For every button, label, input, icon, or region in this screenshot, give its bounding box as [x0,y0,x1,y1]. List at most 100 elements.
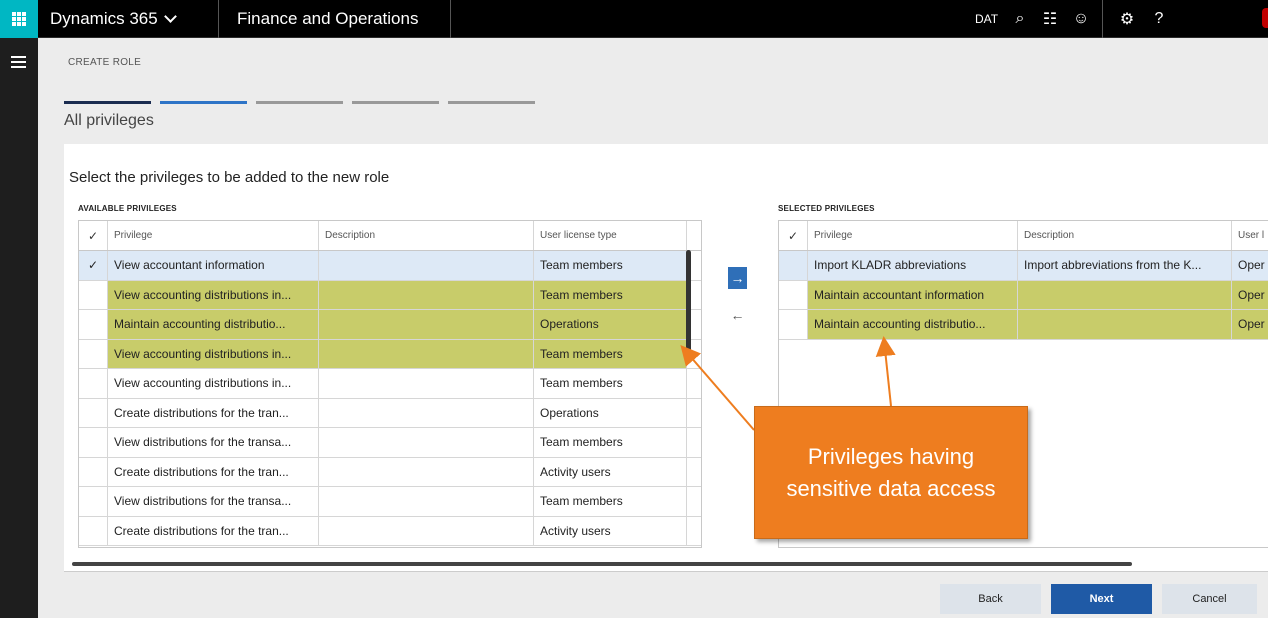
table-row[interactable]: Create distributions for the tran... Acti… [79,457,701,487]
license-cell: Activity users [534,457,687,486]
breadcrumb: CREATE ROLE [68,57,142,68]
license-cell: Team members [534,251,687,280]
license-cell: Activity users [534,516,687,545]
privilege-cell: Import KLADR abbreviations [808,251,1018,280]
select-all-checkbox[interactable]: ✓ [779,221,808,250]
description-cell [1018,310,1232,339]
license-cell: Oper [1232,280,1268,309]
license-cell: Operations [534,398,687,427]
table-row[interactable]: Maintain accounting distributio... Oper [779,310,1268,340]
row-checkbox[interactable] [79,369,108,398]
available-privileges-grid: ✓ Privilege Description User license typ… [78,220,702,548]
chat-icon[interactable]: ☷ [1035,0,1065,38]
back-button[interactable]: Back [940,584,1041,614]
license-cell: Oper [1232,251,1268,280]
privilege-cell: Maintain accounting distributio... [808,310,1018,339]
help-icon[interactable]: ? [1144,0,1174,38]
module-name[interactable]: Finance and Operations [237,0,418,38]
table-row[interactable]: Maintain accountant information Oper [779,280,1268,310]
row-checkbox[interactable] [79,398,108,427]
grid-header: ✓ Privilege Description User license typ… [79,221,701,251]
description-cell [319,339,534,368]
privilege-cell: View accounting distributions in... [108,369,319,398]
add-privilege-button[interactable]: → [728,267,747,289]
privilege-cell: Create distributions for the tran... [108,398,319,427]
column-header-privilege[interactable]: Privilege [108,221,319,250]
license-cell: Team members [534,428,687,457]
horizontal-scrollbar[interactable] [72,562,1132,566]
description-cell: Import abbreviations from the K... [1018,251,1232,280]
chevron-down-icon [163,10,177,23]
license-cell: Oper [1232,310,1268,339]
license-cell: Team members [534,339,687,368]
vertical-scrollbar[interactable] [686,250,691,358]
company-picker[interactable]: DAT [975,0,998,38]
table-row[interactable]: Create distributions for the tran... Oper… [79,398,701,428]
cancel-button[interactable]: Cancel [1162,584,1257,614]
row-checkbox[interactable] [79,516,108,545]
grid-body: Import KLADR abbreviations Import abbrevi… [779,251,1268,340]
description-cell [319,280,534,309]
wizard-step-5 [448,101,535,104]
table-row[interactable]: View distributions for the transa... Team… [79,487,701,517]
row-checkbox[interactable] [79,487,108,516]
table-row[interactable]: ✓ View accountant information Team members [79,251,701,281]
table-row[interactable]: View distributions for the transa... Team… [79,428,701,458]
privilege-cell: Create distributions for the tran... [108,457,319,486]
instruction-text: Select the privileges to be added to the… [69,169,390,186]
column-header-privilege[interactable]: Privilege [808,221,1018,250]
privilege-cell: View accountant information [108,251,319,280]
table-row[interactable]: View accounting distributions in... Team … [79,369,701,399]
row-checkbox[interactable] [79,428,108,457]
divider [450,0,451,38]
license-cell: Operations [534,310,687,339]
table-row[interactable]: Maintain accounting distributio... Operat… [79,310,701,340]
app-launcher-button[interactable] [0,0,38,38]
description-cell [319,398,534,427]
divider [218,0,219,38]
next-button[interactable]: Next [1051,584,1152,614]
privilege-cell: Maintain accountant information [808,280,1018,309]
gear-icon[interactable]: ⚙ [1112,0,1142,38]
row-checkbox[interactable] [779,280,808,309]
privilege-cell: View accounting distributions in... [108,280,319,309]
description-cell [1018,280,1232,309]
top-navigation-bar: Dynamics 365 Finance and Operations DAT … [0,0,1268,38]
app-name-dropdown[interactable]: Dynamics 365 [50,0,177,38]
row-checkbox[interactable] [779,251,808,280]
smiley-icon[interactable]: ☺ [1066,0,1096,38]
column-header-description[interactable]: Description [319,221,534,250]
description-cell [319,310,534,339]
create-role-page: CREATE ROLE All privileges Select the pr… [38,38,1268,618]
column-header-license[interactable]: User l [1232,221,1268,250]
description-cell [319,457,534,486]
row-checkbox[interactable] [779,310,808,339]
description-cell [319,487,534,516]
row-checkbox[interactable]: ✓ [79,251,108,280]
select-all-checkbox[interactable]: ✓ [79,221,108,250]
row-checkbox[interactable] [79,280,108,309]
search-icon[interactable]: ⌕ [1005,0,1035,38]
table-row[interactable]: View accounting distributions in... Team … [79,339,701,369]
row-checkbox[interactable] [79,457,108,486]
remove-privilege-button[interactable]: ← [728,304,747,326]
table-row[interactable]: Import KLADR abbreviations Import abbrevi… [779,251,1268,281]
description-cell [319,251,534,280]
wizard-step-1 [64,101,151,104]
waffle-icon [12,12,26,26]
row-checkbox[interactable] [79,339,108,368]
column-header-description[interactable]: Description [1018,221,1232,250]
selected-privileges-label: SELECTED PRIVILEGES [778,204,875,213]
grid-header: ✓ Privilege Description User l [779,221,1268,251]
table-row[interactable]: View accounting distributions in... Team … [79,280,701,310]
privilege-cell: View distributions for the transa... [108,428,319,457]
privilege-cell: Maintain accounting distributio... [108,310,319,339]
table-row[interactable]: Create distributions for the tran... Acti… [79,516,701,546]
row-checkbox[interactable] [79,310,108,339]
notification-badge[interactable] [1262,8,1268,28]
column-header-license[interactable]: User license type [534,221,687,250]
available-privileges-label: AVAILABLE PRIVILEGES [78,204,177,213]
navigation-rail [0,38,38,618]
license-cell: Team members [534,280,687,309]
hamburger-menu-icon[interactable] [11,56,26,71]
